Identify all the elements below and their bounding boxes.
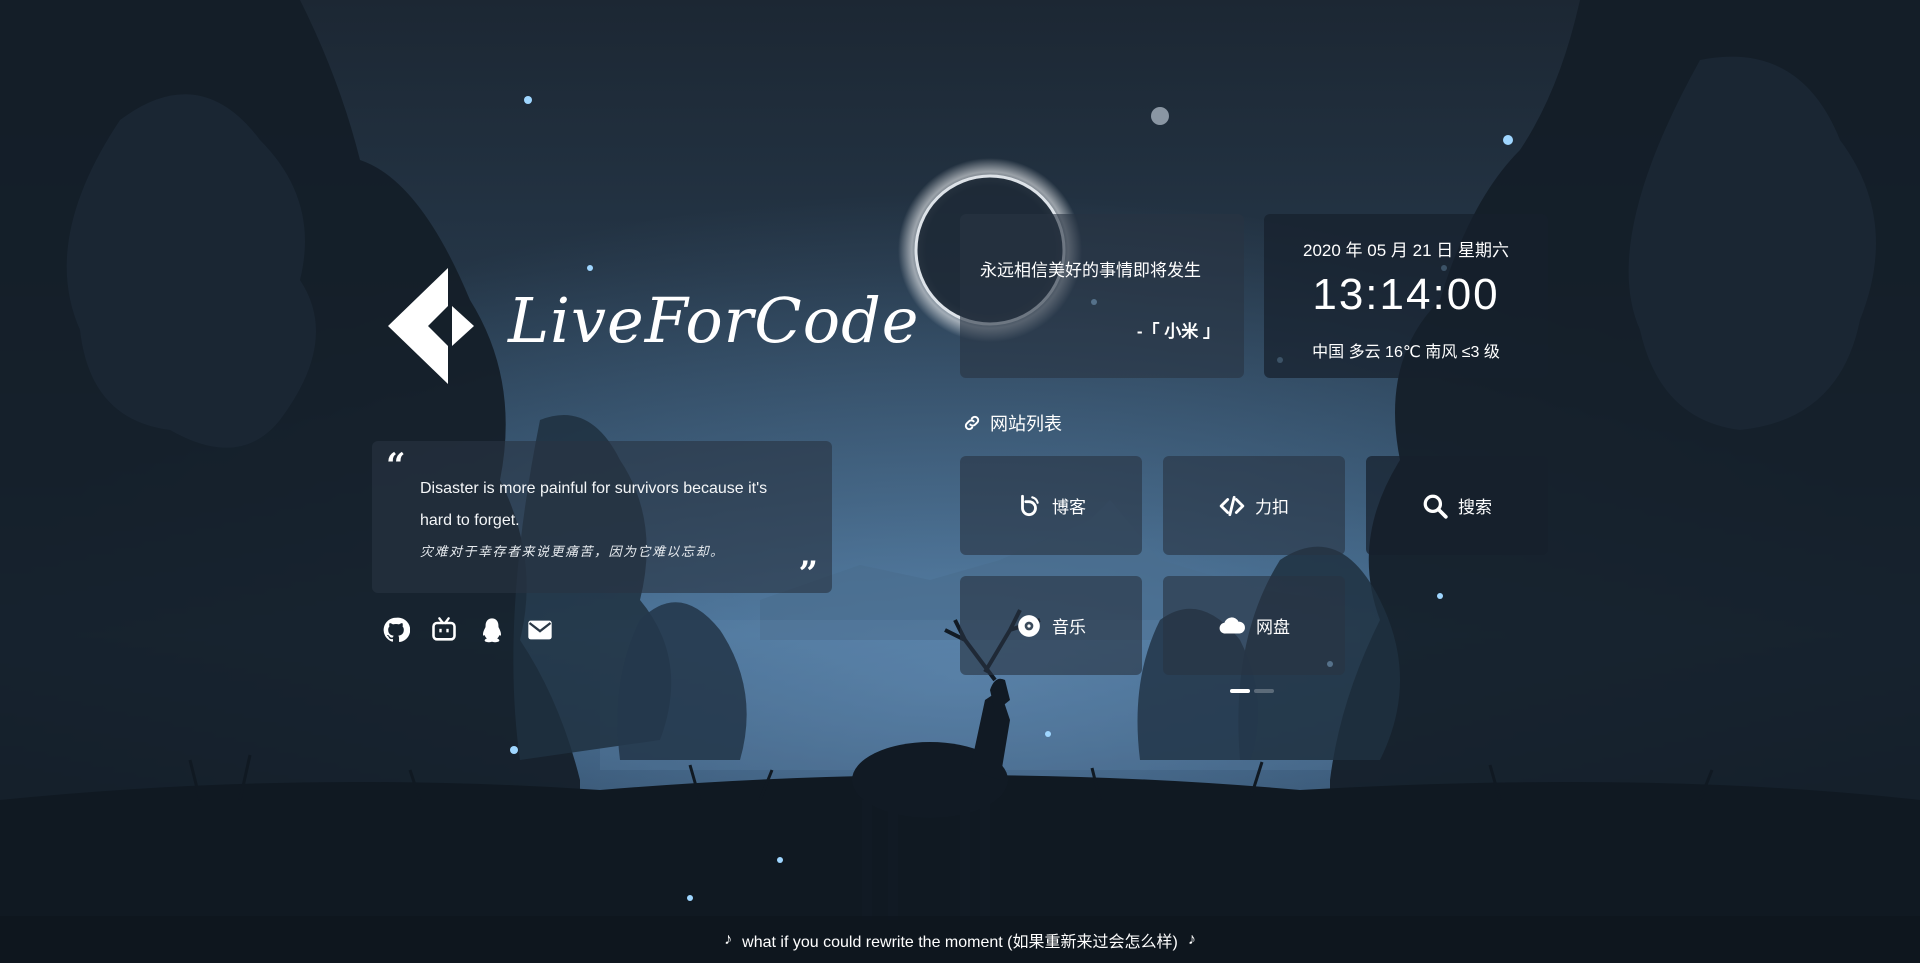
- close-quote-icon: ”: [798, 554, 818, 594]
- site-button-blog[interactable]: 博客: [960, 456, 1142, 555]
- site-button-cloud-drive[interactable]: 网盘: [1163, 576, 1345, 675]
- weather-text: 中国 多云 16℃ 南风 ≤3 级: [1312, 344, 1500, 361]
- time-weather-card: 2020 年 05 月 21 日 星期六 13:14:00 中国 多云 16℃ …: [1264, 214, 1548, 378]
- music-icon: [1018, 614, 1040, 637]
- cloud-icon: [1219, 616, 1245, 634]
- site-button-label: 力扣: [1255, 498, 1289, 517]
- pager-dot[interactable]: [1254, 689, 1274, 693]
- open-quote-icon: “: [386, 446, 406, 486]
- date-text: 2020 年 05 月 21 日 星期六: [1303, 241, 1509, 260]
- site-logo-text: LiveForCode: [508, 284, 920, 357]
- music-note-icon: ♪: [724, 930, 733, 948]
- hitokoto-text: 永远相信美好的事情即将发生: [980, 261, 1201, 280]
- site-button-label: 网盘: [1256, 618, 1290, 637]
- song-title: what if you could rewrite the moment (如果…: [742, 933, 1178, 951]
- site-list-pager: [1230, 689, 1276, 693]
- code-icon: [1219, 495, 1245, 516]
- quote-card: “ Disaster is more painful for survivors…: [372, 441, 832, 593]
- site-list-title: 网站列表: [962, 410, 1062, 436]
- qq-icon[interactable]: [478, 616, 506, 644]
- site-button-music[interactable]: 音乐: [960, 576, 1142, 675]
- hitokoto-card[interactable]: 永远相信美好的事情即将发生 -「 小米 」: [960, 214, 1244, 378]
- site-button-label: 博客: [1052, 498, 1086, 517]
- site-button-label: 音乐: [1052, 618, 1086, 637]
- music-footer-bar[interactable]: ♪ what if you could rewrite the moment (…: [0, 916, 1920, 963]
- site-list-label: 网站列表: [990, 414, 1062, 434]
- clock-text: 13:14:00: [1312, 270, 1500, 319]
- search-icon: [1423, 494, 1448, 519]
- bilibili-icon[interactable]: [430, 616, 458, 644]
- blog-icon: [1021, 494, 1039, 516]
- logo-icon: [388, 268, 474, 384]
- pager-dot-active[interactable]: [1230, 689, 1250, 693]
- site-button-label: 搜索: [1458, 498, 1492, 517]
- github-icon[interactable]: [382, 616, 410, 644]
- site-button-search[interactable]: 搜索: [1366, 456, 1548, 555]
- hitokoto-source: -「 小米 」: [1136, 322, 1220, 341]
- quote-english: Disaster is more painful for survivors b…: [420, 480, 768, 529]
- quote-chinese: 灾难对于幸存者来说更痛苦，因为它难以忘却。: [420, 545, 725, 560]
- mail-icon[interactable]: [526, 616, 554, 644]
- link-icon: [964, 415, 980, 431]
- music-note-icon: ♪: [1187, 930, 1196, 948]
- site-button-leetcode[interactable]: 力扣: [1163, 456, 1345, 555]
